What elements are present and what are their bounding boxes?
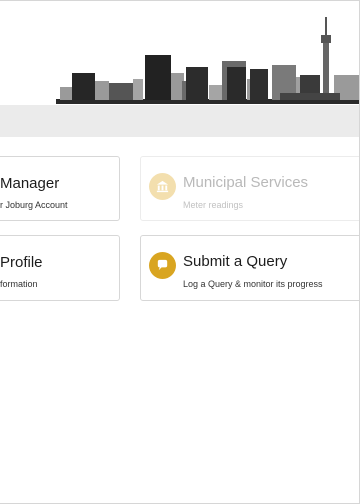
card-account-manager[interactable]: Manager r Joburg Account <box>0 156 120 221</box>
card-profile-title: Profile <box>0 254 43 271</box>
header-hero <box>0 1 359 105</box>
card-submit-query-title: Submit a Query <box>183 253 288 270</box>
card-municipal-services-subtitle: Meter readings <box>183 200 244 210</box>
card-municipal-services-title: Municipal Services <box>183 174 309 191</box>
chat-bubble-icon <box>149 252 176 279</box>
card-submit-query[interactable]: Submit a Query Log a Query & monitor its… <box>140 235 359 301</box>
card-submit-query-subtitle: Log a Query & monitor its progress <box>183 279 323 289</box>
card-municipal-services[interactable]: Municipal Services Meter readings <box>140 156 359 221</box>
building-icon <box>149 173 176 200</box>
card-account-manager-title: Manager <box>0 175 60 192</box>
app-frame: Manager r Joburg Account Municipal Servi… <box>0 0 360 504</box>
skyline-illustration <box>56 17 359 104</box>
card-profile[interactable]: Profile formation <box>0 235 120 301</box>
header-band <box>0 105 359 137</box>
card-account-manager-subtitle: r Joburg Account <box>0 200 68 210</box>
card-profile-subtitle: formation <box>0 279 38 289</box>
